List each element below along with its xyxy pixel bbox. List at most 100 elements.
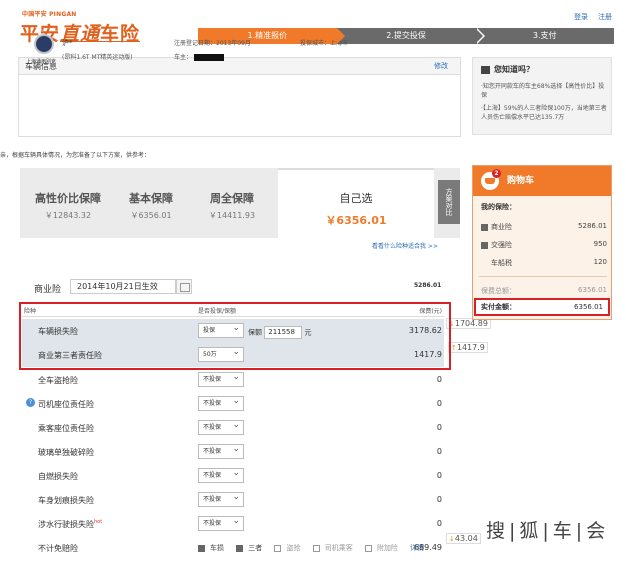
diff-value: 1704.89 (454, 319, 488, 328)
vehicle-info-panel: 车辆信息 修改 (18, 57, 461, 137)
checkbox-icon[interactable] (198, 544, 205, 552)
table-row: 车身划痕损失险 不投保 0 (22, 488, 444, 512)
highlight-box (19, 302, 451, 370)
actual-payment-label: 实付金额： (481, 303, 516, 311)
premium-total-label: 保费总额： (481, 287, 516, 295)
table-row: 玻璃单独破碎险 不投保 0 (22, 440, 444, 464)
option-driver-passenger[interactable]: 司机乘客 (312, 544, 358, 552)
deductible-options: 车损 三者 盗抢 司机乘客 附加险 详情 (198, 543, 429, 553)
coverage-select[interactable]: 不投保 (198, 467, 244, 483)
checkbox-icon[interactable] (312, 544, 320, 552)
row-fee: 689.49 (414, 543, 442, 552)
cart-count-badge: 2 (492, 169, 501, 178)
plan-price: ￥6356.01 (325, 214, 387, 227)
tab-custom-plan[interactable]: 自己选 ￥6356.01 (278, 168, 434, 238)
tip-1: ·知您开同款车的车主68%选择【高性价比】投保 (481, 83, 605, 99)
my-insurance-label: 我的保险： (481, 203, 516, 211)
book-icon (481, 65, 490, 74)
option-additional[interactable]: 附加险 (364, 544, 403, 552)
row-fee: 0 (436, 495, 442, 504)
row-fee: 0 (436, 447, 442, 456)
row-name: 全车盗抢险 (38, 376, 78, 385)
did-you-know-title-text: 您知道吗？ (494, 65, 534, 74)
option-third-party[interactable]: 三者 (236, 544, 267, 552)
login-link[interactable]: 登录 (574, 13, 588, 21)
owner-label: 车主： (174, 54, 193, 61)
row-fee: 0 (436, 471, 442, 480)
plan-compare-button[interactable]: 方案对比 (438, 180, 460, 224)
cart-title: 购物车 (507, 176, 535, 186)
vehicle-edit-link[interactable]: 修改 (434, 58, 448, 75)
register-link[interactable]: 注册 (598, 13, 612, 21)
car-brand-icon (34, 34, 54, 54)
coverage-select[interactable]: 不投保 (198, 419, 244, 435)
effective-date-input[interactable]: 2014年10月21日生效 (70, 279, 176, 294)
option-vehicle-damage[interactable]: 车损 (198, 544, 229, 552)
tab-basic-plan[interactable]: 基本保障 ￥6356.01 (116, 168, 186, 238)
table-row: 不计免赔险 车损 三者 盗抢 司机乘客 附加险 详情 689.49 (22, 536, 444, 560)
cart-item: 车船税 120 (481, 258, 607, 268)
cart-item-value: 5286.01 (578, 222, 607, 230)
tab-full-plan[interactable]: 周全保障 ￥14411.93 (196, 168, 268, 238)
car-model: (昂科1.6T MT精英运动版) (62, 54, 133, 61)
option-theft[interactable]: 盗抢 (274, 544, 305, 552)
row-name: 不计免赔险 (38, 544, 78, 553)
cart-item-value: 120 (593, 258, 607, 266)
business-insurance-label: 商业险 (34, 285, 62, 295)
fee-diff-badge: ↓43.04 (446, 533, 481, 544)
progress-steps: 1.精准报价 2.提交投保 3.支付 (198, 28, 615, 44)
diff-value: 43.04 (454, 534, 478, 543)
coverage-select[interactable]: 不投保 (198, 491, 244, 507)
plan-name: 基本保障 (129, 192, 173, 205)
checkbox-icon[interactable] (481, 241, 488, 249)
premium-total-value: 6356.01 (578, 286, 607, 294)
business-insurance-total: 5286.01 (414, 282, 442, 289)
table-row: 自燃损失险 不投保 0 (22, 464, 444, 488)
cart-item-name: 交强险 (491, 241, 512, 249)
checkbox-icon[interactable] (274, 544, 282, 552)
hot-badge: hot (94, 519, 103, 525)
brand-small-logo: 中国平安 PINGAN (22, 11, 77, 18)
step-submit: 2.提交投保 (336, 28, 485, 44)
top-links: 登录 注册 (564, 12, 612, 22)
suitable-insurance-link[interactable]: 看看什么险种适合我 >> (372, 241, 438, 250)
table-row: 乘客座位责任险 不投保 0 (22, 416, 444, 440)
coverage-select[interactable]: 不投保 (198, 515, 244, 531)
option-label: 司机乘客 (324, 544, 353, 552)
diff-value: 1417.9 (456, 343, 485, 352)
did-you-know-panel: 您知道吗？ ·知您开同款车的车主68%选择【高性价比】投保 ·【上海】59%的人… (472, 57, 612, 135)
plan-name: 高性价比保障 (35, 192, 101, 205)
actual-payment: 实付金额： 6356.01 (474, 298, 610, 316)
registration-date: 注册登记日期：2013年09月 (174, 40, 251, 47)
row-fee: 0 (436, 519, 442, 528)
option-label: 盗抢 (286, 544, 301, 552)
cart-item: 商业险 5286.01 (481, 222, 607, 232)
checkbox-icon[interactable] (236, 544, 244, 552)
shopping-cart-panel: 2 购物车 我的保险： 商业险 5286.01 交强险 950 车船税 120 保费总… (472, 165, 612, 320)
info-icon[interactable]: ? (26, 398, 35, 407)
coverage-select[interactable]: 不投保 (198, 443, 244, 459)
row-name: 玻璃单独破碎险 (38, 448, 94, 457)
row-name: 司机座位责任险 (38, 400, 94, 409)
tab-high-value-plan[interactable]: 高性价比保障 ￥12843.32 (30, 168, 106, 238)
row-fee: 0 (436, 375, 442, 384)
cart-header: 2 购物车 (473, 166, 611, 196)
step-pay: 3.支付 (475, 28, 615, 44)
coverage-select[interactable]: 不投保 (198, 395, 244, 411)
row-fee: 0 (436, 423, 442, 432)
plan-name: 自己选 (339, 192, 373, 205)
row-name-text: 涉水行驶损失险 (38, 520, 94, 529)
tip-2: ·【上海】59%的人三者险保100万，当地第三者人员伤亡赔偿水平已达135.7万 (481, 105, 607, 121)
watermark: 搜|狐|车|会 (486, 520, 610, 542)
coverage-select[interactable]: 不投保 (198, 371, 244, 387)
plan-price: ￥6356.01 (130, 211, 172, 220)
car-plate: 沪* (62, 39, 73, 47)
car-maker: 上海通用别克 (26, 59, 57, 65)
owner-redacted (194, 54, 225, 61)
checkbox-icon[interactable] (364, 544, 372, 552)
plan-price: ￥12843.32 (44, 211, 92, 220)
checkbox-icon[interactable] (481, 223, 488, 231)
row-name: 涉水行驶损失险hot (38, 519, 102, 530)
option-label: 附加险 (376, 544, 398, 552)
calendar-icon[interactable] (176, 279, 192, 294)
